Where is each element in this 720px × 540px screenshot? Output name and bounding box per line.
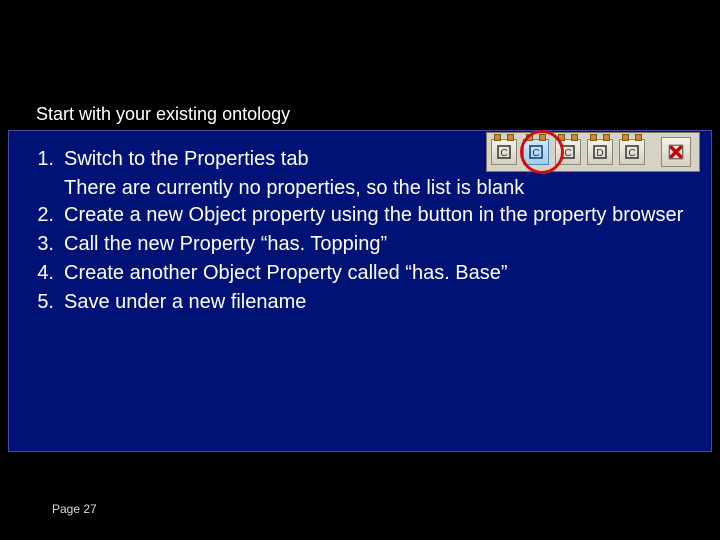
property-toolbar-image: C C C D C: [486, 132, 700, 172]
svg-text:C: C: [532, 148, 539, 159]
page-number: Page 27: [52, 502, 97, 516]
list-number: 1.: [28, 146, 64, 173]
list-number: 2.: [28, 202, 64, 229]
list-text: Save under a new filename: [64, 289, 688, 316]
list-text: Create a new Object property using the b…: [64, 202, 688, 229]
create-object-property-button: C: [523, 139, 549, 165]
list-number: 5.: [28, 289, 64, 316]
svg-text:D: D: [596, 148, 603, 159]
list-text: Create another Object Property called “h…: [64, 260, 688, 287]
slide: Start with your existing ontology 1. Swi…: [0, 0, 720, 540]
list-item: 5. Save under a new filename: [28, 289, 688, 316]
svg-text:C: C: [564, 148, 571, 159]
list-text: Call the new Property “has. Topping”: [64, 231, 688, 258]
create-annotation-property-button: C: [619, 139, 645, 165]
svg-text:C: C: [628, 148, 635, 159]
create-datatype-property-button: D: [587, 139, 613, 165]
delete-button: [661, 137, 691, 167]
list-number: 4.: [28, 260, 64, 287]
list-continuation: There are currently no properties, so th…: [28, 175, 688, 202]
list-item: 2. Create a new Object property using th…: [28, 202, 688, 229]
svg-text:C: C: [500, 148, 507, 159]
list-item: 4. Create another Object Property called…: [28, 260, 688, 287]
create-subproperty-button: C: [555, 139, 581, 165]
list-number: 3.: [28, 231, 64, 258]
subtitle-text: Start with your existing ontology: [36, 104, 290, 125]
list-item: 3. Call the new Property “has. Topping”: [28, 231, 688, 258]
create-class-button: C: [491, 139, 517, 165]
